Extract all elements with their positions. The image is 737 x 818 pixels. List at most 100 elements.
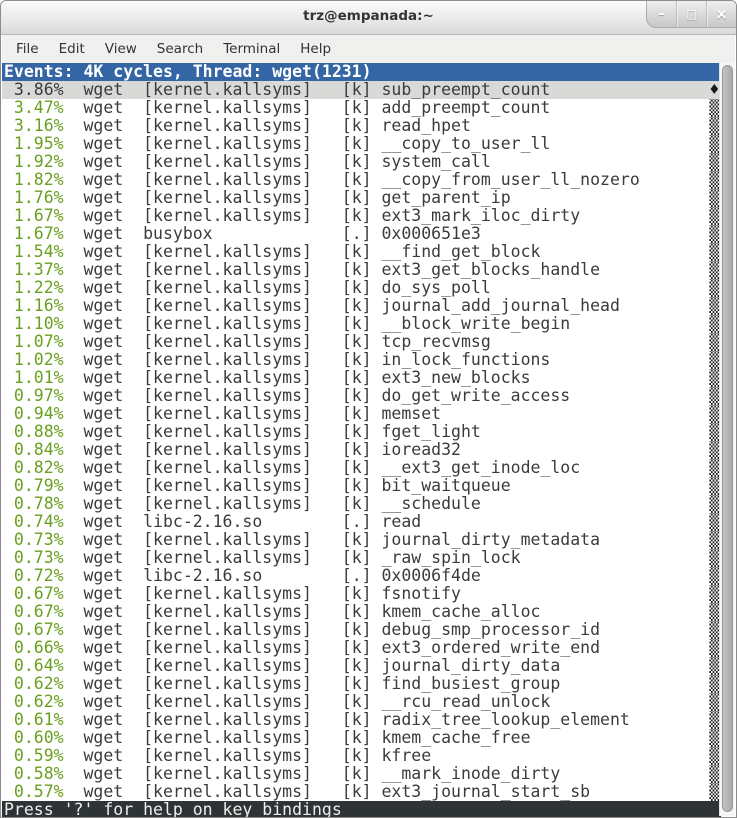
- overhead-cell: 1.95%: [4, 135, 64, 153]
- symbol-cell: wget [kernel.kallsyms] [k] kfree: [64, 747, 710, 765]
- table-row[interactable]: 1.67% wget busybox [.] 0x000651e3 ▒: [2, 225, 721, 243]
- table-row[interactable]: 0.73% wget [kernel.kallsyms] [k] journal…: [2, 531, 721, 549]
- tui-scroll-track-glyph: ▒: [709, 279, 719, 297]
- table-row[interactable]: 0.67% wget [kernel.kallsyms] [k] kmem_ca…: [2, 603, 721, 621]
- tui-scroll-track-glyph: ▒: [709, 135, 719, 153]
- tui-scroll-track-glyph: ▒: [709, 513, 719, 531]
- overhead-cell: 0.88%: [4, 423, 64, 441]
- scrollbar[interactable]: [719, 63, 735, 816]
- table-row[interactable]: 0.60% wget [kernel.kallsyms] [k] kmem_ca…: [2, 729, 721, 747]
- overhead-cell: 0.61%: [4, 711, 64, 729]
- menu-search[interactable]: Search: [147, 37, 213, 61]
- overhead-cell: 0.74%: [4, 513, 64, 531]
- symbol-cell: wget libc-2.16.so [.] 0x0006f4de: [64, 567, 710, 585]
- table-row[interactable]: 1.22% wget [kernel.kallsyms] [k] do_sys_…: [2, 279, 721, 297]
- menu-bar: File Edit View Search Terminal Help: [2, 35, 735, 63]
- table-row[interactable]: 0.94% wget [kernel.kallsyms] [k] memset …: [2, 405, 721, 423]
- overhead-cell: 1.22%: [4, 279, 64, 297]
- menu-file[interactable]: File: [6, 37, 49, 61]
- overhead-cell: 1.82%: [4, 171, 64, 189]
- table-row[interactable]: 0.78% wget [kernel.kallsyms] [k] __sched…: [2, 495, 721, 513]
- table-row[interactable]: 0.84% wget [kernel.kallsyms] [k] ioread3…: [2, 441, 721, 459]
- table-row[interactable]: 0.72% wget libc-2.16.so [.] 0x0006f4de ▒: [2, 567, 721, 585]
- maximize-icon: □: [686, 7, 697, 21]
- table-row[interactable]: 1.16% wget [kernel.kallsyms] [k] journal…: [2, 297, 721, 315]
- overhead-cell: 1.67%: [4, 207, 64, 225]
- table-row[interactable]: 1.02% wget [kernel.kallsyms] [k] in_lock…: [2, 351, 721, 369]
- table-row[interactable]: 0.58% wget [kernel.kallsyms] [k] __mark_…: [2, 765, 721, 783]
- table-row[interactable]: 1.95% wget [kernel.kallsyms] [k] __copy_…: [2, 135, 721, 153]
- table-row[interactable]: 1.01% wget [kernel.kallsyms] [k] ext3_ne…: [2, 369, 721, 387]
- symbol-cell: wget [kernel.kallsyms] [k] memset: [64, 405, 710, 423]
- table-row[interactable]: 0.64% wget [kernel.kallsyms] [k] journal…: [2, 657, 721, 675]
- table-row[interactable]: 3.16% wget [kernel.kallsyms] [k] read_hp…: [2, 117, 721, 135]
- table-row[interactable]: 0.79% wget [kernel.kallsyms] [k] bit_wai…: [2, 477, 721, 495]
- tui-scroll-track-glyph: ▒: [709, 225, 719, 243]
- table-row[interactable]: 1.10% wget [kernel.kallsyms] [k] __block…: [2, 315, 721, 333]
- menu-view[interactable]: View: [95, 37, 147, 61]
- table-row[interactable]: 3.47% wget [kernel.kallsyms] [k] add_pre…: [2, 99, 721, 117]
- table-row[interactable]: 0.62% wget [kernel.kallsyms] [k] find_bu…: [2, 675, 721, 693]
- table-row[interactable]: 1.82% wget [kernel.kallsyms] [k] __copy_…: [2, 171, 721, 189]
- table-row[interactable]: 0.59% wget [kernel.kallsyms] [k] kfree ▒: [2, 747, 721, 765]
- tui-scroll-track-glyph: ▒: [709, 675, 719, 693]
- overhead-cell: 1.67%: [4, 225, 64, 243]
- tui-scroll-track-glyph: ▒: [709, 729, 719, 747]
- close-button[interactable]: ×: [706, 1, 736, 27]
- overhead-cell: 0.67%: [4, 585, 64, 603]
- table-row[interactable]: 0.66% wget [kernel.kallsyms] [k] ext3_or…: [2, 639, 721, 657]
- table-row[interactable]: 0.57% wget [kernel.kallsyms] [k] ext3_jo…: [2, 783, 721, 801]
- menu-help[interactable]: Help: [290, 37, 341, 61]
- overhead-cell: 0.58%: [4, 765, 64, 783]
- table-row[interactable]: 1.37% wget [kernel.kallsyms] [k] ext3_ge…: [2, 261, 721, 279]
- tui-scroll-track-glyph: ▒: [709, 783, 719, 801]
- symbol-cell: wget [kernel.kallsyms] [k] tcp_recvmsg: [64, 333, 710, 351]
- table-row[interactable]: 0.61% wget [kernel.kallsyms] [k] radix_t…: [2, 711, 721, 729]
- scrollbar-thumb[interactable]: [722, 65, 733, 812]
- table-row[interactable]: 0.97% wget [kernel.kallsyms] [k] do_get_…: [2, 387, 721, 405]
- tui-scroll-track-glyph: ▒: [709, 549, 719, 567]
- tui-scroll-track-glyph: ▒: [709, 405, 719, 423]
- menu-edit[interactable]: Edit: [49, 37, 95, 61]
- overhead-cell: 0.64%: [4, 657, 64, 675]
- title-bar[interactable]: trz@empanada:~ – □ ×: [1, 1, 736, 35]
- tui-scroll-track-glyph: ▒: [709, 441, 719, 459]
- table-row[interactable]: 1.67% wget [kernel.kallsyms] [k] ext3_ma…: [2, 207, 721, 225]
- maximize-button[interactable]: □: [676, 1, 706, 27]
- overhead-cell: 0.94%: [4, 405, 64, 423]
- table-row[interactable]: 3.86% wget [kernel.kallsyms] [k] sub_pre…: [2, 81, 721, 99]
- overhead-cell: 0.97%: [4, 387, 64, 405]
- symbol-cell: wget [kernel.kallsyms] [k] __block_write…: [64, 315, 710, 333]
- tui-scroll-track-glyph: ▒: [709, 657, 719, 675]
- symbol-cell: wget libc-2.16.so [.] read: [64, 513, 710, 531]
- overhead-cell: 0.67%: [4, 603, 64, 621]
- menu-terminal[interactable]: Terminal: [213, 37, 290, 61]
- table-row[interactable]: 1.07% wget [kernel.kallsyms] [k] tcp_rec…: [2, 333, 721, 351]
- symbol-cell: wget [kernel.kallsyms] [k] __mark_inode_…: [64, 765, 710, 783]
- table-row[interactable]: 1.92% wget [kernel.kallsyms] [k] system_…: [2, 153, 721, 171]
- table-row[interactable]: 0.67% wget [kernel.kallsyms] [k] fsnotif…: [2, 585, 721, 603]
- tui-scroll-track-glyph: ▒: [709, 477, 719, 495]
- symbol-cell: wget [kernel.kallsyms] [k] radix_tree_lo…: [64, 711, 710, 729]
- table-row[interactable]: 0.88% wget [kernel.kallsyms] [k] fget_li…: [2, 423, 721, 441]
- table-row[interactable]: 1.76% wget [kernel.kallsyms] [k] get_par…: [2, 189, 721, 207]
- table-row[interactable]: 0.73% wget [kernel.kallsyms] [k] _raw_sp…: [2, 549, 721, 567]
- symbol-cell: wget [kernel.kallsyms] [k] ioread32: [64, 441, 710, 459]
- overhead-cell: 0.59%: [4, 747, 64, 765]
- table-row[interactable]: 0.82% wget [kernel.kallsyms] [k] __ext3_…: [2, 459, 721, 477]
- tui-scroll-track-glyph: ▒: [709, 315, 719, 333]
- overhead-cell: 0.57%: [4, 783, 64, 801]
- table-row[interactable]: 1.54% wget [kernel.kallsyms] [k] __find_…: [2, 243, 721, 261]
- minimize-button[interactable]: –: [647, 1, 676, 27]
- tui-scroll-track-glyph: ▒: [709, 99, 719, 117]
- window-title: trz@empanada:~: [1, 8, 736, 24]
- table-row[interactable]: 0.74% wget libc-2.16.so [.] read ▒: [2, 513, 721, 531]
- symbol-cell: wget [kernel.kallsyms] [k] debug_smp_pro…: [64, 621, 710, 639]
- symbol-cell: wget [kernel.kallsyms] [k] sub_preempt_c…: [64, 81, 710, 99]
- symbol-cell: wget busybox [.] 0x000651e3: [64, 225, 710, 243]
- table-row[interactable]: 0.62% wget [kernel.kallsyms] [k] __rcu_r…: [2, 693, 721, 711]
- symbol-cell: wget [kernel.kallsyms] [k] in_lock_funct…: [64, 351, 710, 369]
- table-row[interactable]: 0.67% wget [kernel.kallsyms] [k] debug_s…: [2, 621, 721, 639]
- symbol-cell: wget [kernel.kallsyms] [k] get_parent_ip: [64, 189, 710, 207]
- overhead-cell: 1.16%: [4, 297, 64, 315]
